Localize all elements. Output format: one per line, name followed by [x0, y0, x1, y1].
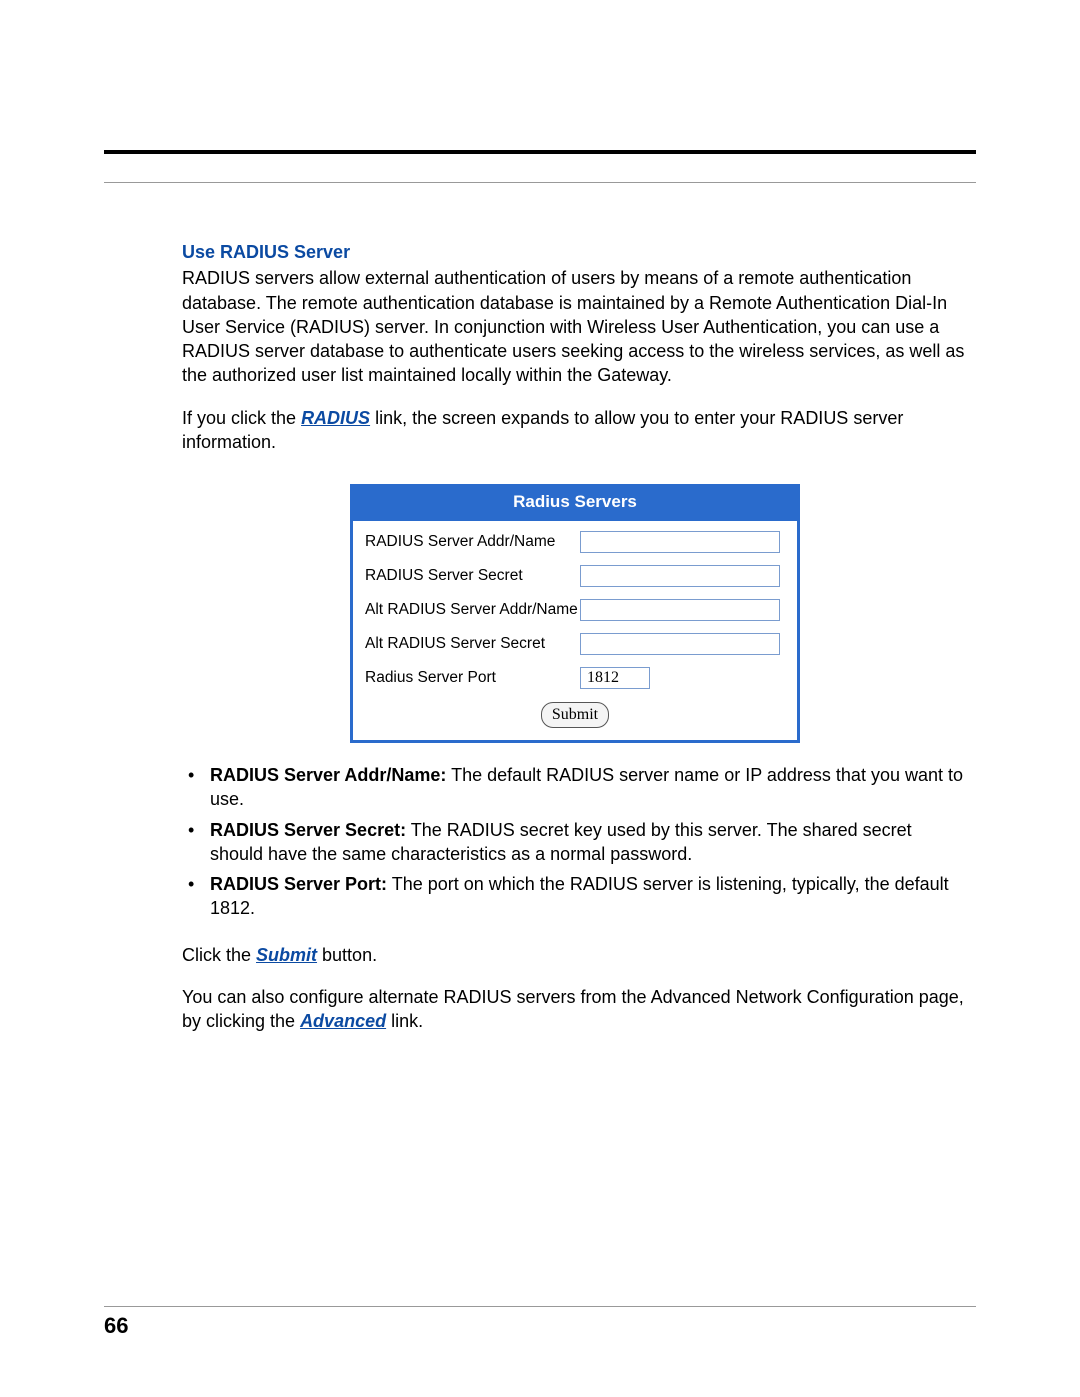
radius-addr-input[interactable] [580, 531, 780, 553]
bullet-list: RADIUS Server Addr/Name: The default RAD… [182, 763, 968, 921]
radius-link[interactable]: RADIUS [301, 408, 370, 428]
advanced-link[interactable]: Advanced [300, 1011, 386, 1031]
text-fragment: Click the [182, 945, 256, 965]
radius-figure: Radius Servers RADIUS Server Addr/Name R… [182, 484, 968, 743]
list-item: RADIUS Server Port: The port on which th… [182, 872, 968, 921]
radius-row: RADIUS Server Secret [365, 565, 785, 587]
radius-row: Alt RADIUS Server Secret [365, 633, 785, 655]
submit-button[interactable]: Submit [541, 702, 609, 728]
text-fragment: If you click the [182, 408, 301, 428]
bullet-term: RADIUS Server Port: [210, 874, 387, 894]
radius-servers-panel: Radius Servers RADIUS Server Addr/Name R… [350, 484, 800, 743]
page-content: Use RADIUS Server RADIUS servers allow e… [182, 240, 968, 1034]
radius-port-input[interactable] [580, 667, 650, 689]
footer-rule [104, 1306, 976, 1307]
advanced-paragraph: You can also configure alternate RADIUS … [182, 985, 968, 1034]
text-fragment: link. [386, 1011, 423, 1031]
bullet-term: RADIUS Server Secret: [210, 820, 406, 840]
radius-port-label: Radius Server Port [365, 668, 580, 689]
radius-row: Radius Server Port [365, 667, 785, 689]
radius-row: RADIUS Server Addr/Name [365, 531, 785, 553]
list-item: RADIUS Server Secret: The RADIUS secret … [182, 818, 968, 867]
radius-panel-title: Radius Servers [353, 487, 797, 521]
intro-paragraph: RADIUS servers allow external authentica… [182, 266, 968, 387]
alt-radius-addr-label: Alt RADIUS Server Addr/Name [365, 600, 580, 621]
header-thick-rule [104, 150, 976, 154]
text-fragment: button. [317, 945, 377, 965]
header-thin-rule [104, 182, 976, 183]
radius-addr-label: RADIUS Server Addr/Name [365, 532, 580, 553]
alt-radius-secret-label: Alt RADIUS Server Secret [365, 634, 580, 655]
page-number: 66 [104, 1313, 128, 1339]
alt-radius-secret-input[interactable] [580, 633, 780, 655]
radius-secret-input[interactable] [580, 565, 780, 587]
radius-row: Alt RADIUS Server Addr/Name [365, 599, 785, 621]
submit-link[interactable]: Submit [256, 945, 317, 965]
section-heading: Use RADIUS Server [182, 240, 968, 264]
click-submit-paragraph: Click the Submit button. [182, 943, 968, 967]
radius-link-paragraph: If you click the RADIUS link, the screen… [182, 406, 968, 455]
bullet-term: RADIUS Server Addr/Name: [210, 765, 446, 785]
radius-secret-label: RADIUS Server Secret [365, 566, 580, 587]
list-item: RADIUS Server Addr/Name: The default RAD… [182, 763, 968, 812]
alt-radius-addr-input[interactable] [580, 599, 780, 621]
